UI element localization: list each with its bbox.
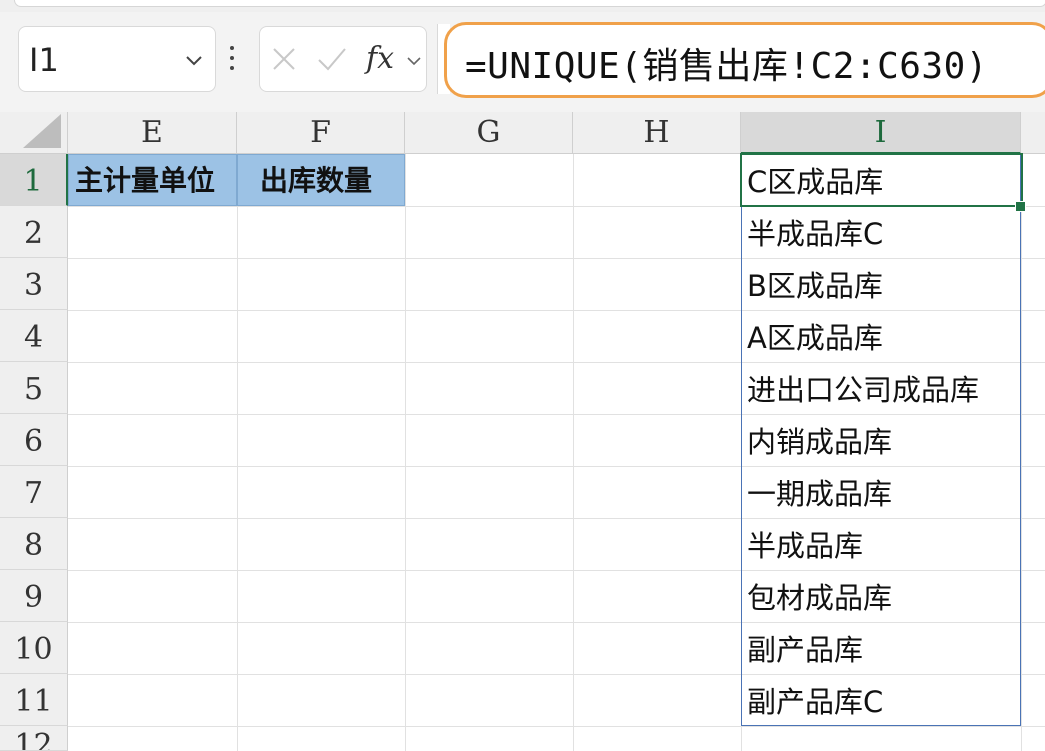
worksheet-grid: E F G H I 1 2 3 4 5 6 7 8 9 10 11 12 主计量… — [0, 112, 1045, 751]
select-all-button[interactable] — [0, 112, 68, 154]
formula-bar: I1 fx =UNIQUE(销售出库!C2:C630) — [0, 12, 1045, 112]
row-header-8[interactable]: 8 — [0, 518, 68, 570]
row-header-10[interactable]: 10 — [0, 622, 68, 674]
row-header-7[interactable]: 7 — [0, 466, 68, 518]
window-top-strip — [0, 0, 1045, 12]
row-header-6[interactable]: 6 — [0, 414, 68, 466]
row-header-2[interactable]: 2 — [0, 206, 68, 258]
ribbon-edge — [14, 0, 1045, 7]
cell-i11[interactable]: 副产品库C — [747, 674, 883, 726]
column-header-h[interactable]: H — [573, 112, 741, 154]
cell-e1[interactable]: 主计量单位 — [68, 154, 237, 206]
formula-input[interactable]: =UNIQUE(销售出库!C2:C630) — [444, 22, 1045, 98]
active-cell-outline — [740, 153, 1023, 207]
more-options-icon[interactable] — [228, 46, 236, 76]
formula-text: =UNIQUE(销售出库!C2:C630) — [465, 46, 988, 87]
fill-handle[interactable] — [1015, 201, 1026, 212]
gridline — [573, 154, 574, 751]
cell-i2[interactable]: 半成品库C — [747, 206, 883, 258]
cell-i8[interactable]: 半成品库 — [747, 518, 863, 570]
function-controls: fx — [259, 26, 427, 92]
cell-i7[interactable]: 一期成品库 — [747, 466, 892, 518]
cell-f1[interactable]: 出库数量 — [237, 154, 405, 206]
insert-function-button[interactable]: fx — [366, 41, 394, 76]
row-header-3[interactable]: 3 — [0, 258, 68, 310]
cell-i6[interactable]: 内销成品库 — [747, 414, 892, 466]
chevron-down-icon[interactable] — [183, 49, 205, 71]
name-box[interactable]: I1 — [18, 26, 216, 92]
cell-i3[interactable]: B区成品库 — [747, 258, 883, 310]
cell-i5[interactable]: 进出口公司成品库 — [747, 362, 979, 414]
gridline — [68, 726, 1045, 727]
row-header-4[interactable]: 4 — [0, 310, 68, 362]
chevron-down-icon[interactable] — [406, 55, 422, 67]
gridline — [1021, 154, 1022, 751]
name-box-value: I1 — [29, 41, 59, 79]
confirm-icon[interactable] — [316, 45, 348, 73]
gridline — [237, 154, 238, 751]
gridline — [405, 154, 406, 751]
cancel-icon[interactable] — [270, 45, 298, 73]
column-header-g[interactable]: G — [405, 112, 573, 154]
row-header-5[interactable]: 5 — [0, 362, 68, 414]
cell-i4[interactable]: A区成品库 — [747, 310, 883, 362]
row-header-12[interactable]: 12 — [0, 726, 68, 751]
row-header-1[interactable]: 1 — [0, 154, 68, 206]
row-header-9[interactable]: 9 — [0, 570, 68, 622]
column-header-i[interactable]: I — [741, 112, 1021, 154]
column-header-f[interactable]: F — [237, 112, 405, 154]
row-header-11[interactable]: 11 — [0, 674, 68, 726]
column-header-e[interactable]: E — [68, 112, 237, 154]
cell-i10[interactable]: 副产品库 — [747, 622, 863, 674]
cell-i9[interactable]: 包材成品库 — [747, 570, 892, 622]
column-header-next[interactable] — [1021, 112, 1045, 154]
